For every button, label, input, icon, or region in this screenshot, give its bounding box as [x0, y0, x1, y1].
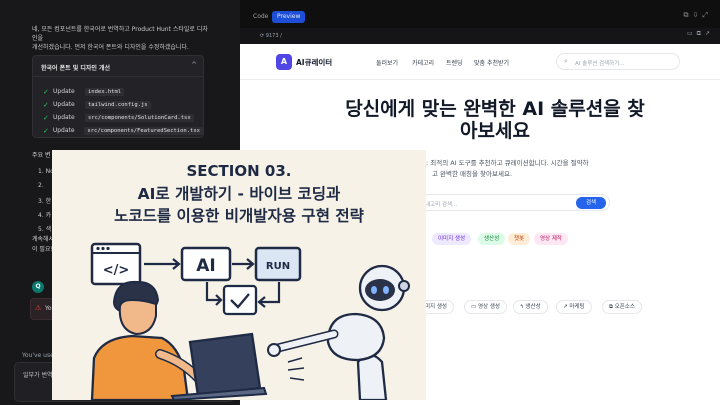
hero-search-input[interactable]: 내고리 검색... 검색	[416, 194, 610, 211]
category-label: 미지 생성	[425, 304, 447, 310]
nav-browse[interactable]: 둘러보기	[376, 58, 398, 67]
hero-subtitle: : 최적의 AI 도구를 추천하고 큐레이션합니다. 시간을 절약하	[426, 159, 589, 167]
category-label: 생산성	[525, 304, 541, 310]
section-number: SECTION 03.	[186, 162, 292, 180]
section-title-line: 노코드를 이용한 비개발자용 구현 전략	[114, 207, 364, 225]
logo-icon[interactable]: A	[276, 54, 292, 70]
ai-label: AI	[196, 256, 215, 276]
task-list: ✓ Update index.html ✓ Update tailwind.co…	[43, 85, 203, 137]
check-icon: ✓	[43, 100, 49, 109]
download-icon[interactable]: ⇩	[693, 11, 703, 19]
window-icon[interactable]: ⧉	[697, 30, 705, 37]
url-bar-icons: ▭⧉↗	[687, 30, 714, 38]
external-link-icon[interactable]: ↗	[705, 30, 714, 37]
task-verb: Update	[53, 88, 75, 95]
changes-heading: 주요 변	[32, 152, 51, 159]
check-icon: ✓	[43, 126, 49, 135]
task-title: 한국어 폰트 및 디자인 개선	[41, 65, 111, 72]
chat-intro-line: 개선하겠습니다. 먼저 한국어 폰트와 디자인을 수정하겠습니다.	[32, 44, 189, 51]
task-file[interactable]: src/components/FeaturedSection.tsx	[84, 126, 203, 135]
category-pill[interactable]: ⧉ 오픈소스	[602, 300, 642, 314]
category-pill[interactable]: ϟ 생산성	[513, 300, 548, 314]
category-label: 오픈소스	[614, 304, 635, 310]
url-field[interactable]: ⟳ 9173 /	[260, 31, 400, 41]
category-label: 마케팅	[569, 304, 585, 310]
tag-chip[interactable]: 생산성	[478, 233, 506, 245]
chat-intro-line: 네, 모든 컴포넌트를 한국어로 번역하고 Product Hunt 스타일로 …	[32, 26, 208, 42]
person-illustration	[90, 280, 205, 400]
task-row: ✓ Update tailwind.config.js	[43, 98, 203, 111]
hero-title-line: 당신에게 맞는 완벽한 AI 솔루션을 찾	[345, 98, 645, 120]
warning-icon: ⚠	[35, 304, 42, 312]
hero-subtitle: 고 완벽한 매칭을 찾아보세요.	[432, 170, 513, 178]
copy-icon[interactable]: ⧉	[684, 11, 693, 19]
task-divider	[33, 76, 203, 77]
check-icon: ✓	[43, 87, 49, 96]
task-row: ✓ Update index.html	[43, 85, 203, 98]
developer-robot-illustration: </> AI RUN	[90, 242, 410, 400]
nav-search-input[interactable]: ⌕ AI 솔루션 검색하기...	[556, 53, 680, 70]
preview-url-bar: ⟳ 9173 / ▭⧉↗	[240, 28, 720, 44]
nav-trending[interactable]: 트렌딩	[446, 58, 463, 67]
task-card: 한국어 폰트 및 디자인 개선 ^ ✓ Update index.html ✓ …	[32, 55, 204, 138]
ai-box: AI	[180, 246, 232, 282]
category-label: 영상 생성	[477, 304, 500, 310]
toolbar-icons: ⧉⇩⤢	[684, 11, 712, 20]
monitor-icon[interactable]: ▭	[687, 30, 697, 37]
task-file[interactable]: tailwind.config.js	[85, 100, 151, 109]
task-file[interactable]: src/components/SolutionCard.tsx	[85, 113, 194, 122]
logo-text[interactable]: AI큐레이터	[296, 57, 332, 68]
code-symbol: </>	[103, 263, 130, 278]
nav-recommend[interactable]: 맞춤 추천받기	[474, 58, 509, 67]
checklist-icon	[222, 284, 258, 316]
task-verb: Update	[53, 101, 75, 108]
run-box: RUN	[254, 246, 302, 282]
category-pill[interactable]: ↗ 마케팅	[556, 300, 592, 314]
search-icon: ⌕	[564, 57, 568, 65]
tag-chip[interactable]: 이미지 생성	[432, 233, 472, 245]
tab-preview[interactable]: Preview	[272, 11, 306, 23]
robot-illustration	[267, 264, 410, 400]
hero-title-line: 아보세요	[460, 120, 530, 142]
video-icon: ▭	[471, 304, 478, 310]
check-icon: ✓	[43, 113, 49, 122]
tag-chip[interactable]: 영상 제작	[534, 233, 568, 245]
collapse-toggle[interactable]: ^	[191, 61, 197, 69]
task-row: ✓ Update src/components/FeaturedSection.…	[43, 124, 203, 137]
expand-icon[interactable]: ⤢	[702, 11, 712, 19]
hero-title: 당신에게 맞는 완벽한 AI 솔루션을 찾 아보세요	[280, 98, 710, 142]
section-title-line: AI로 개발하기 - 바이브 코딩과	[137, 185, 341, 203]
task-file[interactable]: index.html	[85, 87, 125, 96]
category-pill[interactable]: ▭ 영상 생성	[464, 300, 507, 314]
error-text: Yo	[45, 305, 52, 312]
section-card: SECTION 03. AI로 개발하기 - 바이브 코딩과 노코드를 이용한 …	[52, 150, 426, 400]
nav-categories[interactable]: 카테고리	[412, 58, 434, 67]
search-button[interactable]: 검색	[576, 197, 606, 209]
user-avatar: Q	[32, 281, 44, 293]
tab-code[interactable]: Code	[248, 11, 273, 23]
run-label: RUN	[266, 261, 290, 272]
tag-chip[interactable]: 챗봇	[508, 233, 531, 245]
screen: 네, 모든 컴포넌트를 한국어로 번역하고 Product Hunt 스타일로 …	[0, 0, 720, 405]
task-verb: Update	[52, 127, 75, 134]
code-window-icon: </>	[90, 242, 142, 286]
task-row: ✓ Update src/components/SolutionCard.tsx	[43, 111, 203, 124]
task-verb: Update	[53, 114, 75, 121]
chat-intro: 네, 모든 컴포넌트를 한국어로 번역하고 Product Hunt 스타일로 …	[32, 25, 212, 52]
hero-search-placeholder: 내고리 검색...	[425, 202, 458, 208]
nav-search-placeholder: AI 솔루션 검색하기...	[575, 61, 625, 67]
site-header: A AI큐레이터 둘러보기 카테고리 트렌딩 맞춤 추천받기 ⌕ AI 솔루션 …	[240, 44, 720, 80]
chat-text: 계속해서	[32, 236, 55, 243]
